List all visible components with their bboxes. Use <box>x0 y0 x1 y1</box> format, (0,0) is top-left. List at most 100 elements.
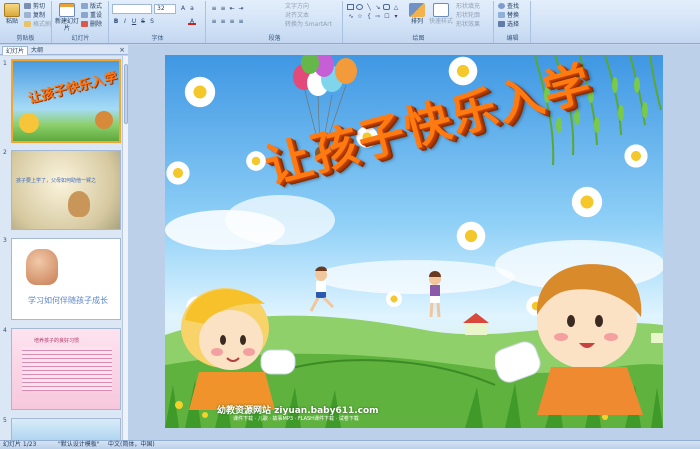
numbering-icon[interactable]: ≡ <box>219 5 227 12</box>
bullets-icon[interactable]: ≡ <box>210 5 218 12</box>
justify-icon[interactable]: ≡ <box>237 18 245 25</box>
child-right-illustration <box>495 264 643 415</box>
reset-button[interactable]: 重设 <box>81 12 102 20</box>
shape-outline-button[interactable]: 形状轮廓 <box>456 12 480 20</box>
clipboard-group-title: 剪贴板 <box>16 35 35 42</box>
thumbnail-number: 2 <box>3 149 7 156</box>
thumbnail-slide-4[interactable]: 培养孩子的良好习惯 <box>11 328 121 410</box>
format-painter-button[interactable]: 格式刷 <box>24 21 51 29</box>
daisy-flower <box>455 220 487 252</box>
brace-shape-icon[interactable]: { <box>365 13 373 20</box>
search-icon <box>498 3 505 9</box>
star-shape-icon[interactable]: ☆ <box>356 13 364 20</box>
increase-indent-icon[interactable]: ⇥ <box>237 5 245 12</box>
quick-styles-button[interactable]: 快速样式 <box>428 3 454 25</box>
editing-group-title: 编辑 <box>506 35 519 42</box>
paste-button[interactable]: 粘贴 <box>1 3 23 25</box>
arrange-icon <box>409 3 425 17</box>
child-left-illustration <box>181 288 296 410</box>
thumbnail-title: 学习如何伴随孩子成长 <box>28 296 108 305</box>
rounded-rect-shape-icon[interactable] <box>383 4 390 10</box>
shrink-font-icon[interactable]: a <box>188 5 196 12</box>
italic-icon[interactable]: I <box>121 18 129 25</box>
bold-icon[interactable]: B <box>112 18 120 25</box>
more-shapes-icon[interactable]: ▾ <box>392 13 400 20</box>
brush-icon <box>24 21 31 27</box>
thumbnail-title: 让孩子快乐入学 <box>27 70 119 107</box>
thumbnail-title: 孩子要上学了，父母如何助他一臂之力呢？ <box>16 178 96 184</box>
thumbnail-child-right <box>95 111 113 129</box>
paragraph-group-title: 段落 <box>268 35 281 42</box>
slide-footer-links: 课件下载 · 儿歌 · 故事MP3 · FLASH课件下载 · 试卷下载 <box>233 416 359 422</box>
strikethrough-icon[interactable]: S <box>139 18 147 25</box>
arrange-button[interactable]: 排列 <box>406 3 428 25</box>
thumbnail-slide-3[interactable]: 学习如何伴随孩子成长 <box>11 238 121 320</box>
thumbnail-number: 5 <box>3 417 7 424</box>
daisy-flower <box>623 143 649 169</box>
block-arrow-shape-icon[interactable]: ⇨ <box>374 13 382 20</box>
thumbnail-slide-2[interactable]: 孩子要上学了，父母如何助他一臂之力呢？ <box>11 150 121 230</box>
line-shape-icon[interactable]: ╲ <box>365 4 373 11</box>
font-group: 32 A a B I U S S A 字体 <box>110 1 206 43</box>
cut-button[interactable]: 剪切 <box>24 3 45 11</box>
scissors-icon <box>24 3 31 9</box>
select-button[interactable]: 选择 <box>498 21 519 29</box>
running-children <box>309 266 441 318</box>
daisy-flower <box>183 75 217 109</box>
pane-tabs: 幻灯片 大纲 × <box>0 45 128 55</box>
cursor-icon <box>498 21 505 27</box>
close-icon[interactable]: × <box>119 46 125 54</box>
align-text-button[interactable]: 对齐文本 <box>285 12 309 20</box>
shape-fill-button[interactable]: 形状填充 <box>456 3 480 11</box>
text-direction-button[interactable]: 文字方向 <box>285 3 309 11</box>
shape-effects-button[interactable]: 形状效果 <box>456 21 480 29</box>
callout-shape-icon[interactable]: ☐ <box>383 13 391 20</box>
copy-button[interactable]: 复制 <box>24 12 45 20</box>
replace-icon <box>498 12 505 18</box>
thumbnail-figure <box>68 191 90 217</box>
decrease-indent-icon[interactable]: ⇤ <box>228 5 236 12</box>
triangle-shape-icon[interactable]: △ <box>392 4 400 11</box>
clipboard-group: 粘贴 剪切 复制 格式刷 剪贴板 <box>0 1 52 43</box>
thumbnail-number: 1 <box>3 60 7 67</box>
thumbnail-number: 4 <box>3 327 7 334</box>
drawing-group-title: 绘图 <box>412 35 425 42</box>
tab-slides[interactable]: 幻灯片 <box>2 46 29 55</box>
ribbon: 粘贴 剪切 复制 格式刷 剪贴板 新建幻灯片 版式 重设 删除 幻灯片 32 A… <box>0 0 700 44</box>
thumbnail-number: 3 <box>3 237 7 244</box>
underline-icon[interactable]: U <box>130 18 138 25</box>
shadow-icon[interactable]: S <box>148 18 156 25</box>
oval-shape-icon[interactable] <box>356 4 363 10</box>
layout-button[interactable]: 版式 <box>81 3 102 11</box>
language-status[interactable]: 中文(简体，中国) <box>108 441 155 449</box>
align-right-icon[interactable]: ≡ <box>228 18 236 25</box>
slide-thumbnails: 1 让孩子快乐入学 2 孩子要上学了，父母如何助他一臂之力呢？ 3 学习如何伴随… <box>0 56 128 440</box>
delete-button[interactable]: 删除 <box>81 21 102 29</box>
slides-group-title: 幻灯片 <box>71 35 90 42</box>
drawing-group: ╲ ↘ △ ∿ ☆ { ⇨ ☐ ▾ 排列 快速样式 形状填充 形状轮廓 形状效果… <box>344 1 494 43</box>
slides-group: 新建幻灯片 版式 重设 删除 幻灯片 <box>53 1 109 43</box>
font-color-icon[interactable]: A <box>188 18 196 25</box>
align-center-icon[interactable]: ≡ <box>219 18 227 25</box>
paragraph-group: ≡ ≡ ⇤ ⇥ ≡ ≡ ≡ ≡ 文字方向 对齐文本 转换为 SmartArt 段… <box>207 1 343 43</box>
thumbnail-slide-1[interactable]: 让孩子快乐入学 <box>11 59 121 143</box>
smartart-button[interactable]: 转换为 SmartArt <box>285 21 332 29</box>
theme-name[interactable]: "默认设计模板" <box>58 441 100 449</box>
curve-shape-icon[interactable]: ∿ <box>347 13 355 20</box>
quick-styles-icon <box>433 3 449 17</box>
rectangle-shape-icon[interactable] <box>347 4 354 10</box>
grow-font-icon[interactable]: A <box>179 5 187 12</box>
thumbnail-slide-5[interactable] <box>11 418 121 440</box>
new-slide-button[interactable]: 新建幻灯片 <box>55 3 79 32</box>
paste-icon <box>4 3 20 17</box>
font-name-box[interactable] <box>112 4 152 14</box>
replace-button[interactable]: 替换 <box>498 12 519 20</box>
arrow-shape-icon[interactable]: ↘ <box>374 4 382 11</box>
slide-canvas[interactable]: 让孩子快乐入学 幼教资源网站 ziyuan.baby611.com 课件下载 ·… <box>165 55 663 428</box>
tab-outline[interactable]: 大纲 <box>28 46 46 55</box>
font-size-box[interactable]: 32 <box>154 4 176 14</box>
align-left-icon[interactable]: ≡ <box>210 18 218 25</box>
find-button[interactable]: 查找 <box>498 3 519 11</box>
slide-editor: 让孩子快乐入学 幼教资源网站 ziyuan.baby611.com 课件下载 ·… <box>128 45 700 440</box>
thumbnail-figure <box>26 249 58 285</box>
